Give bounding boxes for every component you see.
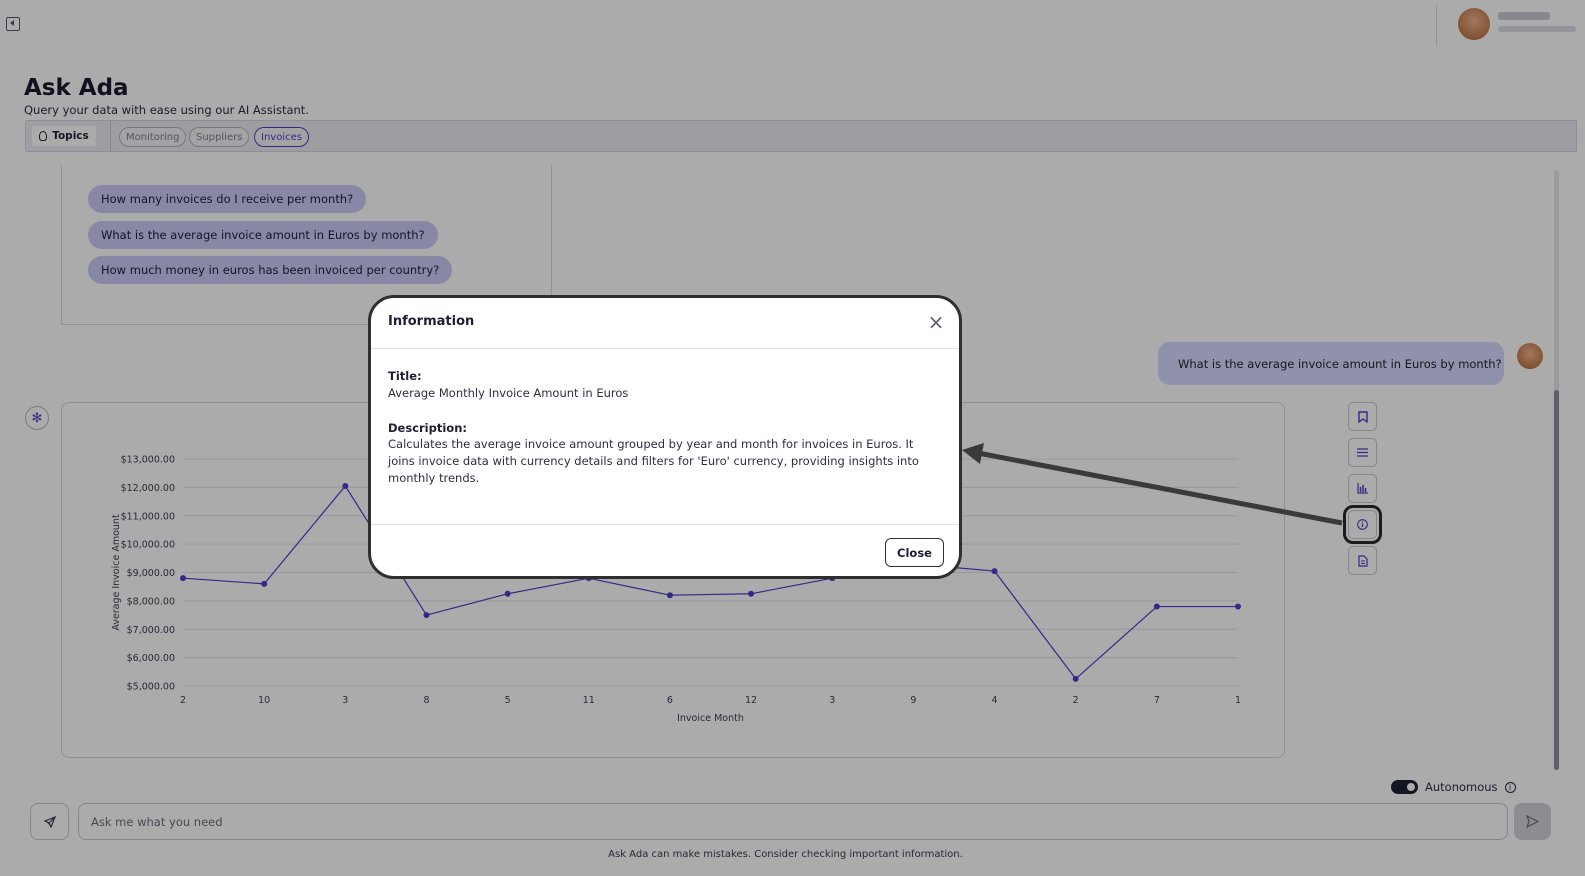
description-value: Calculates the average invoice amount gr… [388, 437, 919, 485]
app-page: Ask Ada Query your data with ease using … [0, 0, 1585, 876]
modal-divider [371, 348, 959, 349]
close-button[interactable]: Close [885, 538, 944, 567]
title-label: Title: [388, 369, 422, 383]
modal-title: Information [388, 314, 475, 329]
close-icon[interactable]: × [927, 312, 945, 332]
modal-divider [371, 524, 959, 525]
description-label: Description: [388, 421, 467, 435]
title-value: Average Monthly Invoice Amount in Euros [388, 386, 629, 400]
information-modal: Information × Title: Average Monthly Inv… [368, 295, 962, 579]
